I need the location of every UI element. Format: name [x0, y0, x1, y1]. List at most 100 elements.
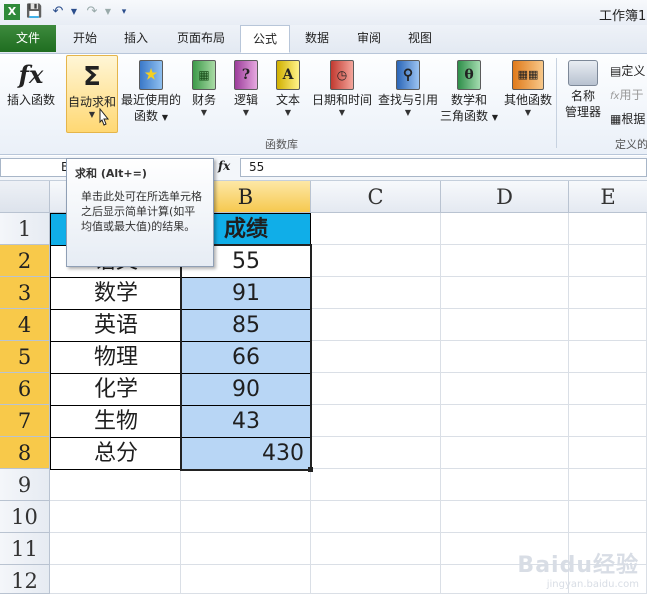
row-header-7[interactable]: 7	[0, 405, 50, 437]
empty-cell[interactable]	[441, 213, 569, 245]
empty-cell[interactable]	[569, 277, 647, 309]
customize-toolbar-icon[interactable]: ▾	[116, 4, 132, 20]
cell-b6[interactable]: 90	[181, 373, 311, 406]
tab-home[interactable]: 开始	[62, 25, 108, 52]
row-header-4[interactable]: 4	[0, 309, 50, 341]
empty-cell[interactable]	[569, 405, 647, 437]
column-header-c[interactable]: C	[311, 181, 441, 213]
autosum-button[interactable]: Σ 自动求和 ▼	[66, 55, 118, 133]
empty-cell[interactable]	[181, 501, 311, 533]
save-icon[interactable]: 💾	[26, 4, 42, 20]
cell-a3[interactable]: 数学	[50, 277, 182, 310]
empty-cell[interactable]	[441, 437, 569, 469]
empty-cell[interactable]	[311, 533, 441, 565]
row-header-12[interactable]: 12	[0, 565, 50, 594]
empty-cell[interactable]	[569, 437, 647, 469]
empty-cell[interactable]	[569, 373, 647, 405]
name-manager-button[interactable]: 名称 管理器	[560, 54, 606, 136]
star-book-icon: ★	[139, 60, 163, 90]
empty-cell[interactable]	[441, 277, 569, 309]
empty-cell[interactable]	[569, 501, 647, 533]
cell-a8[interactable]: 总分	[50, 437, 182, 470]
empty-cell[interactable]	[441, 373, 569, 405]
row-header-3[interactable]: 3	[0, 277, 50, 309]
empty-cell[interactable]	[441, 309, 569, 341]
lookup-reference-button[interactable]: ⚲ 查找与引用 ▼	[376, 54, 440, 136]
logical-button[interactable]: ? 逻辑 ▼	[228, 54, 264, 136]
empty-cell[interactable]	[569, 469, 647, 501]
empty-cell[interactable]	[441, 405, 569, 437]
empty-cell[interactable]	[311, 373, 441, 405]
empty-cell[interactable]	[311, 277, 441, 309]
financial-button[interactable]: ▦ 财务 ▼	[186, 54, 222, 136]
cell-a5[interactable]: 物理	[50, 341, 182, 374]
empty-cell[interactable]	[311, 565, 441, 594]
empty-cell[interactable]	[441, 341, 569, 373]
empty-cell[interactable]	[311, 437, 441, 469]
cell-a7[interactable]: 生物	[50, 405, 182, 438]
empty-cell[interactable]	[50, 565, 181, 594]
row-header-8[interactable]: 8	[0, 437, 50, 469]
empty-cell[interactable]	[50, 533, 181, 565]
create-from-selection-button[interactable]: ▦根据	[610, 110, 645, 127]
math-trig-button[interactable]: θ 数学和 三角函数 ▼	[440, 54, 498, 136]
cell-b3[interactable]: 91	[181, 277, 311, 310]
tab-page-layout[interactable]: 页面布局	[166, 25, 236, 52]
empty-cell[interactable]	[311, 469, 441, 501]
empty-cell[interactable]	[181, 565, 311, 594]
cell-b8[interactable]: 430	[181, 437, 311, 470]
cell-b4[interactable]: 85	[181, 309, 311, 342]
undo-dropdown-icon[interactable]: ▼	[66, 4, 82, 20]
empty-cell[interactable]	[569, 341, 647, 373]
cell-a4[interactable]: 英语	[50, 309, 182, 342]
select-all-corner[interactable]	[0, 181, 50, 213]
empty-cell[interactable]	[311, 245, 441, 277]
empty-cell[interactable]	[569, 213, 647, 245]
empty-cell[interactable]	[441, 501, 569, 533]
tab-view[interactable]: 视图	[396, 25, 444, 52]
tab-review[interactable]: 审阅	[346, 25, 392, 52]
empty-cell[interactable]	[311, 309, 441, 341]
empty-cell[interactable]	[181, 533, 311, 565]
row-header-1[interactable]: 1	[0, 213, 50, 245]
empty-cell[interactable]	[181, 469, 311, 501]
empty-cell[interactable]	[311, 405, 441, 437]
recently-used-button[interactable]: ★ 最近使用的 函数 ▼	[120, 54, 182, 136]
column-header-e[interactable]: E	[569, 181, 647, 213]
use-in-formula-button[interactable]: fx用于	[610, 86, 643, 103]
tab-insert[interactable]: 插入	[112, 25, 160, 52]
fill-handle[interactable]	[308, 467, 313, 472]
more-functions-button[interactable]: ▦▦ 其他函数 ▼	[502, 54, 554, 136]
row-header-2[interactable]: 2	[0, 245, 50, 277]
empty-cell[interactable]	[311, 501, 441, 533]
row-header-10[interactable]: 10	[0, 501, 50, 533]
formula-input[interactable]: 55	[240, 158, 647, 177]
column-header-d[interactable]: D	[441, 181, 569, 213]
undo-icon[interactable]: ↶	[50, 4, 66, 20]
tab-formulas[interactable]: 公式	[240, 25, 290, 53]
tab-file[interactable]: 文件	[0, 25, 56, 52]
insert-function-button[interactable]: fx 插入函数	[2, 54, 60, 136]
date-time-button[interactable]: ◷ 日期和时间 ▼	[310, 54, 374, 136]
empty-cell[interactable]	[569, 245, 647, 277]
cell-b7[interactable]: 43	[181, 405, 311, 438]
empty-cell[interactable]	[311, 341, 441, 373]
row-header-9[interactable]: 9	[0, 469, 50, 501]
insert-function-fx-icon[interactable]: fx	[218, 159, 230, 173]
empty-cell[interactable]	[569, 309, 647, 341]
empty-cell[interactable]	[50, 501, 181, 533]
row-header-6[interactable]: 6	[0, 373, 50, 405]
cell-a6[interactable]: 化学	[50, 373, 182, 406]
redo-dropdown-icon[interactable]: ▼	[100, 4, 116, 20]
row-header-11[interactable]: 11	[0, 533, 50, 565]
tab-data[interactable]: 数据	[294, 25, 340, 52]
redo-icon[interactable]: ↷	[84, 4, 100, 20]
row-header-5[interactable]: 5	[0, 341, 50, 373]
cell-b5[interactable]: 66	[181, 341, 311, 374]
empty-cell[interactable]	[441, 245, 569, 277]
define-name-button[interactable]: ▤定义	[610, 62, 645, 79]
text-button[interactable]: A 文本 ▼	[270, 54, 306, 136]
empty-cell[interactable]	[50, 469, 181, 501]
empty-cell[interactable]	[441, 469, 569, 501]
empty-cell[interactable]	[311, 213, 441, 245]
